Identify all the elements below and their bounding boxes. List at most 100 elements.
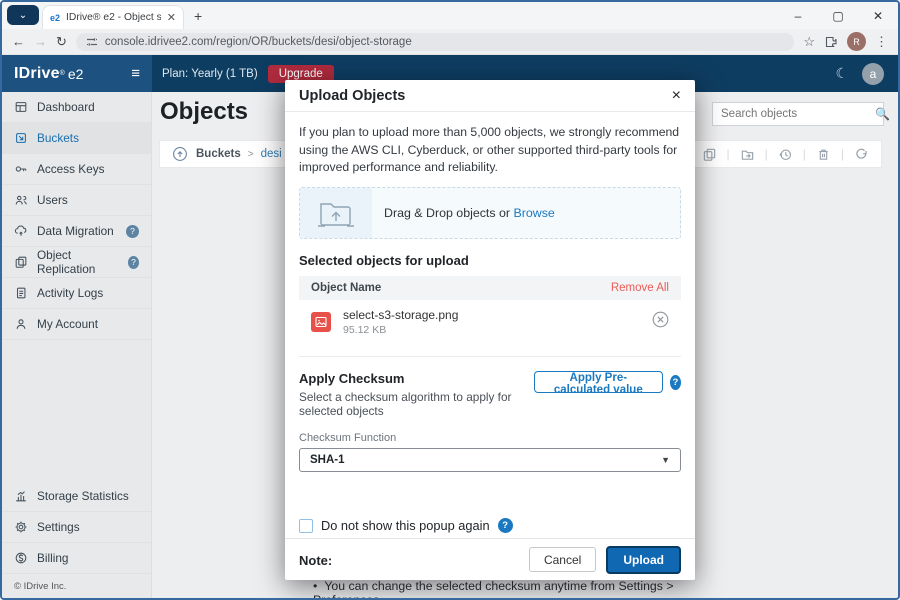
- checksum-function-label: Checksum Function: [299, 432, 681, 444]
- sidebar-item-object-replication[interactable]: Object Replication ?: [2, 247, 151, 278]
- extensions-icon[interactable]: [824, 35, 838, 49]
- upload-button[interactable]: Upload: [606, 546, 681, 574]
- browse-link[interactable]: Browse: [513, 206, 554, 220]
- dark-mode-icon[interactable]: ☾: [835, 65, 848, 82]
- search-input[interactable]: [721, 108, 875, 120]
- sidebar-item-billing[interactable]: Billing: [2, 543, 151, 574]
- bookmark-star-icon[interactable]: ☆: [803, 34, 815, 50]
- table-header: Object Name Remove All: [299, 276, 681, 300]
- new-tab-button[interactable]: +: [194, 8, 202, 24]
- sidebar-label: Settings: [37, 520, 80, 534]
- users-icon: [14, 193, 28, 207]
- modal-intro-text: If you plan to upload more than 5,000 ob…: [299, 124, 681, 177]
- sidebar-item-storage-statistics[interactable]: Storage Statistics: [2, 481, 151, 512]
- sidebar-item-activity-logs[interactable]: Activity Logs: [2, 278, 151, 309]
- breadcrumb-separator: >: [248, 149, 254, 160]
- remove-all-link[interactable]: Remove All: [611, 282, 669, 294]
- replication-icon: [14, 255, 28, 269]
- chrome-menu-icon[interactable]: ⋮: [875, 34, 888, 50]
- modal-header: Upload Objects ×: [285, 80, 695, 112]
- move-to-folder-icon[interactable]: [740, 147, 755, 162]
- close-button[interactable]: ✕: [858, 9, 898, 23]
- sidebar-item-dashboard[interactable]: Dashboard: [2, 92, 151, 123]
- upload-folder-icon: [316, 197, 356, 229]
- tab-close-icon[interactable]: ✕: [167, 11, 176, 24]
- back-button[interactable]: ←: [12, 34, 25, 49]
- home-icon[interactable]: [172, 146, 188, 162]
- sidebar-label: Object Replication: [37, 248, 119, 276]
- selected-objects-heading: Selected objects for upload: [299, 253, 681, 268]
- minimize-button[interactable]: –: [778, 9, 818, 23]
- modal-title: Upload Objects: [299, 88, 405, 104]
- upload-objects-modal: Upload Objects × If you plan to upload m…: [285, 80, 695, 580]
- sidebar-item-my-account[interactable]: My Account: [2, 309, 151, 340]
- dont-show-checkbox[interactable]: [299, 519, 313, 533]
- cancel-button[interactable]: Cancel: [529, 547, 596, 572]
- history-icon[interactable]: [778, 147, 793, 162]
- search-icon[interactable]: 🔍: [875, 107, 890, 121]
- sidebar-item-data-migration[interactable]: Data Migration ?: [2, 216, 151, 247]
- trash-icon[interactable]: [816, 147, 831, 162]
- sidebar-item-users[interactable]: Users: [2, 185, 151, 216]
- logo-brand-text: IDrive: [14, 65, 60, 83]
- hamburger-menu-icon[interactable]: ≡: [131, 65, 140, 82]
- app-logo: IDrive®e2 ≡: [2, 55, 152, 92]
- forward-button[interactable]: →: [34, 34, 47, 49]
- apply-checksum-subtext: Select a checksum algorithm to apply for…: [299, 390, 534, 418]
- cloud-migration-icon: [14, 224, 28, 238]
- help-badge-icon[interactable]: ?: [128, 256, 139, 269]
- sidebar-item-buckets[interactable]: Buckets: [2, 123, 151, 154]
- browser-profile-avatar[interactable]: R: [847, 32, 866, 51]
- table-row: select-s3-storage.png 95.12 KB: [299, 300, 681, 344]
- remove-file-icon[interactable]: [652, 311, 669, 333]
- sidebar-item-access-keys[interactable]: Access Keys: [2, 154, 151, 185]
- copy-icon[interactable]: [702, 147, 717, 162]
- browser-tab[interactable]: e2 IDrive® e2 - Object storage ✕: [42, 5, 184, 29]
- sidebar-label: Buckets: [37, 131, 79, 145]
- sidebar: Dashboard Buckets Access Keys Users Data…: [2, 92, 152, 598]
- address-bar[interactable]: console.idrivee2.com/region/OR/buckets/d…: [76, 33, 794, 51]
- site-info-icon[interactable]: [86, 36, 98, 48]
- account-avatar[interactable]: a: [862, 63, 884, 85]
- tab-title: IDrive® e2 - Object storage: [66, 12, 161, 23]
- logo-reg-mark: ®: [60, 70, 65, 77]
- dropzone-text: Drag & Drop objects or: [384, 206, 510, 220]
- plan-label: Plan: Yearly (1 TB): [162, 68, 258, 80]
- apply-checksum-heading: Apply Checksum: [299, 371, 534, 386]
- column-object-name: Object Name: [311, 282, 381, 294]
- reload-button[interactable]: ↻: [56, 34, 67, 50]
- modal-footer: Cancel Upload: [285, 538, 695, 580]
- dollar-icon: [14, 551, 28, 565]
- logo-product-text: e2: [68, 66, 84, 82]
- refresh-icon[interactable]: [854, 147, 869, 162]
- bucket-icon: [14, 131, 28, 145]
- sidebar-label: Billing: [37, 551, 68, 565]
- checksum-function-select[interactable]: SHA-1 ▼: [299, 448, 681, 472]
- copyright-text: © IDrive Inc.: [14, 581, 66, 592]
- dropzone[interactable]: Drag & Drop objects or Browse: [299, 187, 681, 239]
- url-text: console.idrivee2.com/region/OR/buckets/d…: [105, 36, 412, 48]
- breadcrumb-current[interactable]: desi: [261, 148, 282, 160]
- dont-show-label: Do not show this popup again: [321, 518, 490, 533]
- search-box: 🔍: [712, 102, 884, 126]
- browser-toolbar: ← → ↻ console.idrivee2.com/region/OR/buc…: [2, 29, 898, 55]
- sidebar-label: Dashboard: [37, 100, 95, 114]
- checksum-help-icon[interactable]: ?: [670, 375, 681, 390]
- tab-search-button[interactable]: ⌄: [7, 5, 39, 25]
- maximize-button[interactable]: ▢: [818, 9, 858, 23]
- apply-precalculated-button[interactable]: Apply Pre-calculated value: [534, 371, 663, 393]
- sidebar-label: My Account: [37, 317, 98, 331]
- modal-close-icon[interactable]: ×: [672, 88, 681, 104]
- key-icon: [14, 162, 28, 176]
- image-file-icon: [311, 312, 331, 332]
- window-controls: – ▢ ✕: [778, 2, 898, 29]
- document-icon: [14, 286, 28, 300]
- breadcrumb-root[interactable]: Buckets: [196, 148, 241, 160]
- help-badge-icon[interactable]: ?: [126, 225, 139, 238]
- sidebar-item-settings[interactable]: Settings: [2, 512, 151, 543]
- tab-strip: ⌄ e2 IDrive® e2 - Object storage ✕ + – ▢…: [2, 2, 898, 29]
- favicon: e2: [50, 13, 60, 23]
- sidebar-label: Storage Statistics: [37, 489, 129, 503]
- dont-show-help-icon[interactable]: ?: [498, 518, 513, 533]
- sidebar-label: Users: [37, 193, 68, 207]
